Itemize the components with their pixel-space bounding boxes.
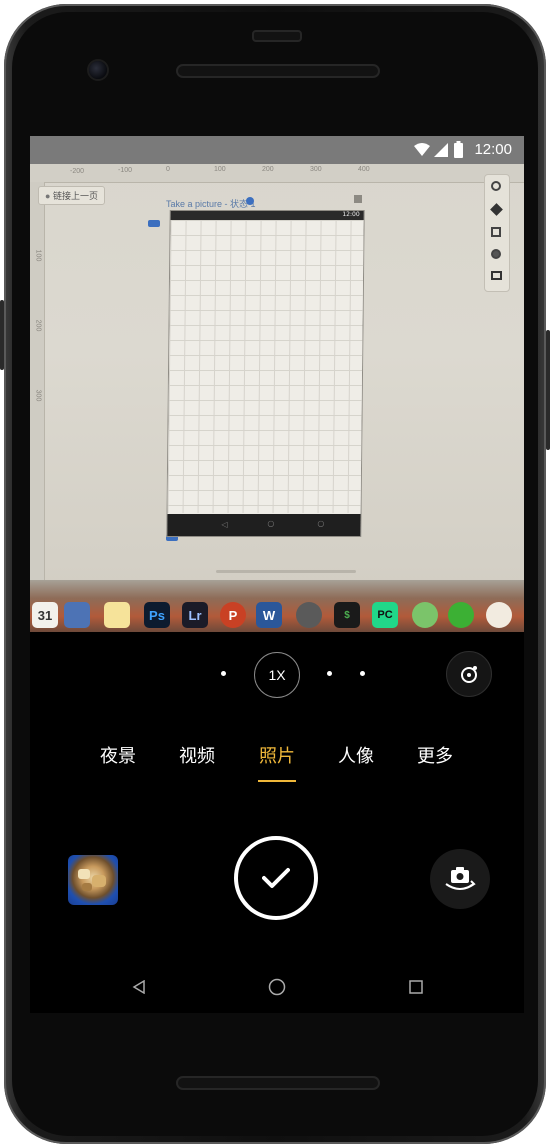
zoom-level-dot[interactable] bbox=[221, 671, 226, 676]
mode-photo[interactable]: 照片 bbox=[259, 742, 295, 768]
battery-icon bbox=[454, 141, 463, 158]
prototype-time: 12:00 bbox=[342, 211, 360, 218]
mode-night[interactable]: 夜景 bbox=[100, 742, 136, 768]
scroll-indicator bbox=[216, 570, 356, 573]
notes-icon bbox=[104, 602, 130, 628]
face-app-icon bbox=[486, 602, 512, 628]
emoji-icon bbox=[491, 249, 501, 259]
tag-icon bbox=[148, 220, 160, 227]
signal-icon bbox=[434, 143, 448, 157]
ruler-label: 400 bbox=[358, 166, 370, 173]
mode-more[interactable]: 更多 bbox=[417, 742, 453, 768]
back-icon bbox=[132, 980, 145, 994]
calendar-icon: 31 bbox=[32, 602, 58, 628]
prototype-nav-bar: ◁ ○ ○ bbox=[167, 514, 361, 536]
terminal-icon: $ bbox=[334, 602, 360, 628]
home-icon bbox=[268, 978, 286, 996]
bottom-speaker bbox=[176, 1076, 380, 1090]
front-camera bbox=[89, 61, 107, 79]
prototype-grid bbox=[167, 220, 364, 513]
settings-icon bbox=[246, 197, 254, 205]
pin-icon bbox=[354, 195, 362, 203]
ai-lens-button[interactable] bbox=[446, 651, 492, 697]
zoom-level-dot[interactable] bbox=[327, 671, 332, 676]
switch-camera-icon bbox=[445, 867, 476, 890]
ruler-top: -200 -100 0 100 200 300 400 bbox=[30, 164, 524, 183]
side-toolbar bbox=[484, 174, 510, 292]
mode-portrait[interactable]: 人像 bbox=[338, 742, 374, 768]
volume-button bbox=[546, 330, 550, 450]
cube-icon bbox=[490, 203, 503, 216]
check-icon bbox=[262, 868, 290, 888]
zoom-level-dot[interactable] bbox=[360, 671, 365, 676]
recents-button[interactable] bbox=[404, 975, 428, 999]
pycharm-icon: PC bbox=[372, 602, 398, 628]
back-link-chip: ● 链接上一页 bbox=[38, 186, 105, 205]
screen: 12:00 -200 -100 0 100 200 300 400 100 20… bbox=[30, 136, 524, 1013]
preview-icon bbox=[64, 602, 90, 628]
prototype-recents-icon: ○ bbox=[317, 519, 325, 528]
prototype-status-bar: 12:00 bbox=[170, 211, 364, 220]
ruler-label: 0 bbox=[166, 166, 170, 173]
zoom-label: 1X bbox=[268, 667, 286, 683]
prototype-title: Take a picture - 状态 1 bbox=[166, 199, 256, 209]
photoshop-icon: Ps bbox=[144, 602, 170, 628]
layout-icon bbox=[491, 271, 502, 280]
shutter-button[interactable] bbox=[234, 836, 318, 920]
ruler-label: -100 bbox=[118, 167, 133, 174]
ruler-label: 300 bbox=[34, 389, 42, 402]
status-bar: 12:00 bbox=[30, 136, 524, 164]
earpiece bbox=[252, 30, 302, 42]
camera-viewfinder[interactable]: -200 -100 0 100 200 300 400 100 200 300 … bbox=[30, 164, 524, 632]
ai-lens-icon bbox=[461, 666, 477, 683]
ruler-label: -200 bbox=[70, 168, 85, 175]
lightroom-icon: Lr bbox=[182, 602, 208, 628]
mode-video[interactable]: 视频 bbox=[179, 742, 215, 768]
wifi-icon bbox=[414, 143, 430, 156]
crop-icon bbox=[491, 227, 501, 237]
active-mode-indicator bbox=[258, 780, 296, 782]
zoom-button[interactable]: 1X bbox=[254, 652, 300, 698]
prototype-frame: 12:00 ◁ ○ ○ bbox=[166, 210, 365, 537]
back-link-label: 链接上一页 bbox=[52, 191, 98, 201]
home-button[interactable] bbox=[265, 975, 289, 999]
back-button[interactable] bbox=[127, 975, 151, 999]
ruler-label: 300 bbox=[310, 166, 322, 173]
power-button bbox=[0, 300, 4, 370]
atom-icon bbox=[412, 602, 438, 628]
system-preferences-icon bbox=[296, 602, 322, 628]
ruler-label: 100 bbox=[214, 166, 226, 173]
status-time: 12:00 bbox=[474, 141, 512, 158]
ruler-left: 100 200 300 bbox=[30, 182, 45, 582]
desktop-dock: 31 Ps Lr P W $ PC bbox=[30, 580, 524, 632]
top-speaker bbox=[176, 64, 380, 78]
recents-icon bbox=[409, 980, 423, 994]
wechat-icon bbox=[448, 602, 474, 628]
ruler-label: 200 bbox=[34, 319, 42, 332]
target-icon bbox=[491, 181, 501, 191]
prototype-home-icon: ○ bbox=[267, 519, 275, 528]
navigation-bar bbox=[30, 961, 524, 1013]
powerpoint-icon: P bbox=[220, 602, 246, 628]
gallery-thumbnail[interactable] bbox=[68, 855, 118, 905]
ruler-label: 200 bbox=[262, 166, 274, 173]
word-icon: W bbox=[256, 602, 282, 628]
switch-camera-button[interactable] bbox=[430, 849, 490, 909]
prototype-back-icon: ◁ bbox=[221, 520, 228, 529]
ruler-label: 100 bbox=[34, 249, 42, 262]
